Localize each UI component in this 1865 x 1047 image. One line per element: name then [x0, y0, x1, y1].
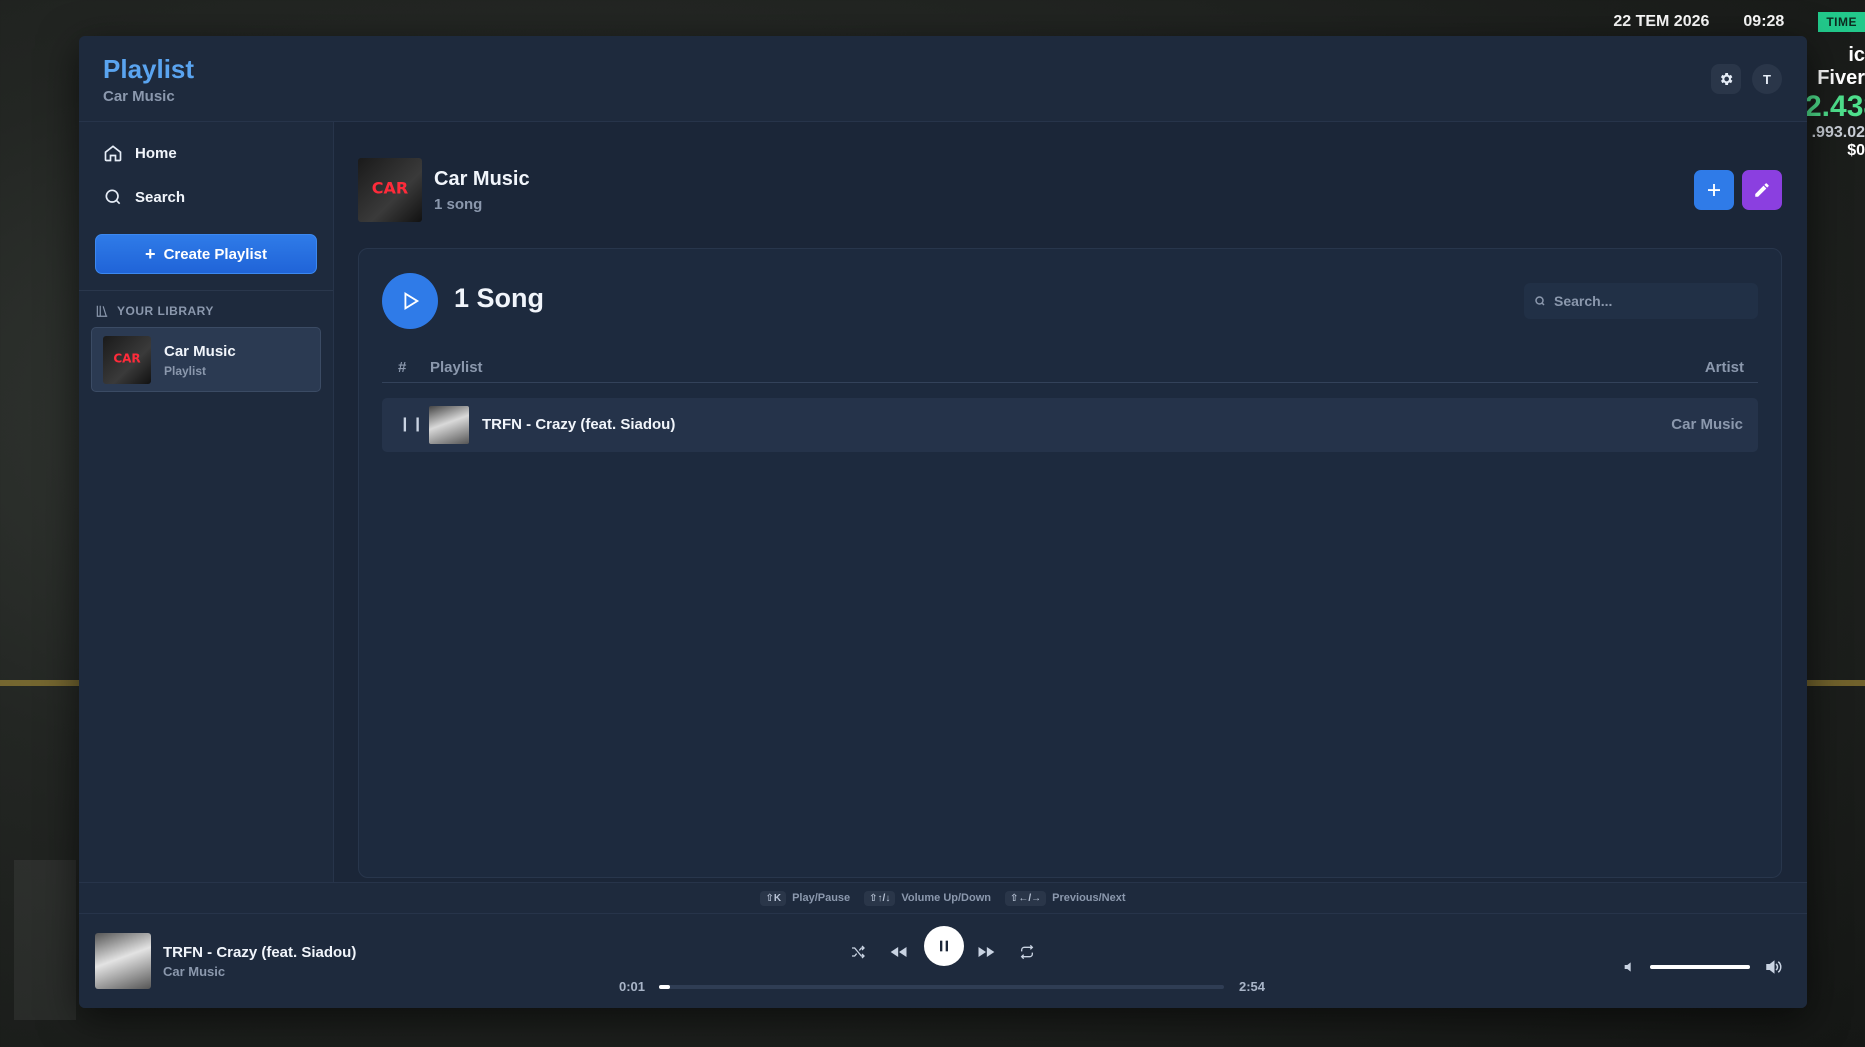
previous-button[interactable] — [885, 938, 913, 966]
edit-playlist-button[interactable] — [1742, 170, 1782, 210]
repeat-icon — [1020, 944, 1034, 960]
playlist-cover: CAR — [358, 158, 422, 222]
library-item-car-music[interactable]: CAR Car Music Playlist — [91, 327, 321, 392]
home-icon — [104, 145, 122, 162]
shortcut-key: ⇧↑/↓ — [864, 891, 896, 906]
progress-bar[interactable] — [659, 985, 1224, 989]
player-bar: TRFN - Crazy (feat. Siadou) Car Music 0:… — [79, 914, 1807, 1008]
pause-icon[interactable]: ❙❙ — [399, 415, 424, 432]
keyboard-shortcuts-bar: ⇧K Play/Pause ⇧↑/↓ Volume Up/Down ⇧←/→ Prev… — [79, 882, 1807, 914]
songs-panel: 1 Song # Playlist Artist ❙❙ TRFN - Crazy… — [358, 248, 1782, 878]
playlist-cover: CAR — [103, 336, 151, 384]
shuffle-button[interactable] — [844, 938, 872, 966]
playlist-song-count: 1 song — [434, 196, 483, 213]
now-playing-title: TRFN - Crazy (feat. Siadou) — [163, 944, 357, 961]
search-icon — [1535, 296, 1545, 306]
progress-fill — [659, 985, 671, 989]
shortcut-volume: ⇧↑/↓ Volume Up/Down — [864, 891, 991, 906]
library-label: YOUR LIBRARY — [117, 304, 214, 318]
sidebar-item-label: Home — [135, 144, 177, 162]
pause-icon — [940, 940, 948, 952]
cover-text: CAR — [371, 178, 409, 198]
play-pause-button[interactable] — [924, 926, 964, 966]
hud-side-line2: 2.438 — [1805, 90, 1865, 123]
column-title: Playlist — [430, 359, 483, 376]
hud-top: 22 TEM 2026 09:28 TIME — [1613, 10, 1865, 34]
gear-icon — [1720, 73, 1733, 85]
max-volume-button[interactable] — [1762, 956, 1784, 978]
table-row[interactable]: ❙❙ TRFN - Crazy (feat. Siadou) Car Music — [382, 398, 1758, 452]
main-content: CAR Car Music 1 song 1 Song # Playlist A… — [334, 122, 1807, 882]
app-subtitle: Car Music — [103, 88, 175, 105]
shortcut-label: Play/Pause — [792, 892, 851, 904]
hud-side-line3: .993.02 — [1811, 124, 1865, 141]
shortcut-play-pause: ⇧K Play/Pause — [760, 891, 851, 906]
song-title: TRFN - Crazy (feat. Siadou) — [482, 416, 676, 433]
sidebar-item-search[interactable]: Search — [103, 184, 185, 210]
duration-time: 2:54 — [1239, 979, 1266, 994]
add-song-button[interactable] — [1694, 170, 1734, 210]
mute-button[interactable] — [1619, 956, 1641, 978]
app-title: Playlist — [103, 54, 195, 84]
hud-side-line1: ic Fiver — [1817, 44, 1865, 89]
volume-low-icon — [1624, 962, 1631, 972]
song-search — [1524, 283, 1758, 319]
column-number: # — [398, 359, 407, 376]
table-header: # Playlist Artist — [382, 353, 1758, 383]
search-icon — [105, 189, 121, 205]
now-playing-artist: Car Music — [163, 964, 226, 979]
songs-heading: 1 Song — [454, 283, 545, 313]
hud-time-badge: TIME — [1818, 12, 1865, 32]
play-icon — [404, 292, 420, 310]
user-avatar-button[interactable]: T — [1752, 64, 1782, 94]
repeat-button[interactable] — [1013, 938, 1041, 966]
rewind-icon — [890, 947, 907, 957]
app-header: Playlist Car Music T — [79, 36, 1807, 122]
plus-icon — [1708, 184, 1720, 196]
library-icon — [96, 305, 108, 317]
create-playlist-label: Create Playlist — [163, 245, 267, 263]
song-search-input[interactable] — [1554, 293, 1744, 309]
volume-high-icon — [1766, 960, 1782, 974]
library-item-name: Car Music — [164, 343, 236, 360]
sidebar-item-home[interactable]: Home — [103, 140, 177, 166]
cover-text: CAR — [113, 351, 141, 366]
playlist-name: Car Music — [434, 168, 530, 190]
song-cover — [429, 406, 469, 444]
hud-time: 09:28 — [1743, 13, 1785, 30]
now-playing-cover — [95, 933, 151, 989]
shortcut-key: ⇧←/→ — [1004, 891, 1047, 906]
shuffle-icon — [852, 945, 865, 959]
volume-fill — [1650, 965, 1750, 969]
sidebar-item-label: Search — [135, 188, 186, 206]
elapsed-time: 0:01 — [619, 979, 646, 994]
shortcut-label: Volume Up/Down — [901, 892, 991, 904]
song-artist: Car Music — [1671, 416, 1743, 433]
shortcut-label: Previous/Next — [1052, 892, 1126, 904]
shortcut-key: ⇧K — [760, 891, 787, 906]
play-playlist-button[interactable] — [382, 273, 438, 329]
hud-side-line4: $0 — [1847, 142, 1865, 159]
library-heading: YOUR LIBRARY — [95, 304, 214, 318]
hud-side: ic Fiver 2.438 .993.02 $0 — [1805, 44, 1865, 160]
sidebar-divider — [79, 290, 333, 291]
volume-slider[interactable] — [1650, 965, 1750, 969]
sidebar: Home Search + Create Playlist YOUR LIBRA… — [79, 122, 334, 882]
music-app-window: Playlist Car Music T Home Search + Creat… — [79, 36, 1807, 1008]
library-item-type: Playlist — [164, 364, 207, 378]
fast-forward-icon — [978, 947, 995, 957]
shortcut-prev-next: ⇧←/→ Previous/Next — [1004, 891, 1126, 906]
pencil-icon — [1755, 183, 1769, 197]
next-button[interactable] — [972, 938, 1000, 966]
column-artist: Artist — [1704, 359, 1744, 376]
plus-icon: + — [145, 244, 156, 264]
hud-date: 22 TEM 2026 — [1613, 13, 1710, 30]
create-playlist-button[interactable]: + Create Playlist — [95, 234, 317, 274]
settings-button[interactable] — [1711, 64, 1741, 94]
